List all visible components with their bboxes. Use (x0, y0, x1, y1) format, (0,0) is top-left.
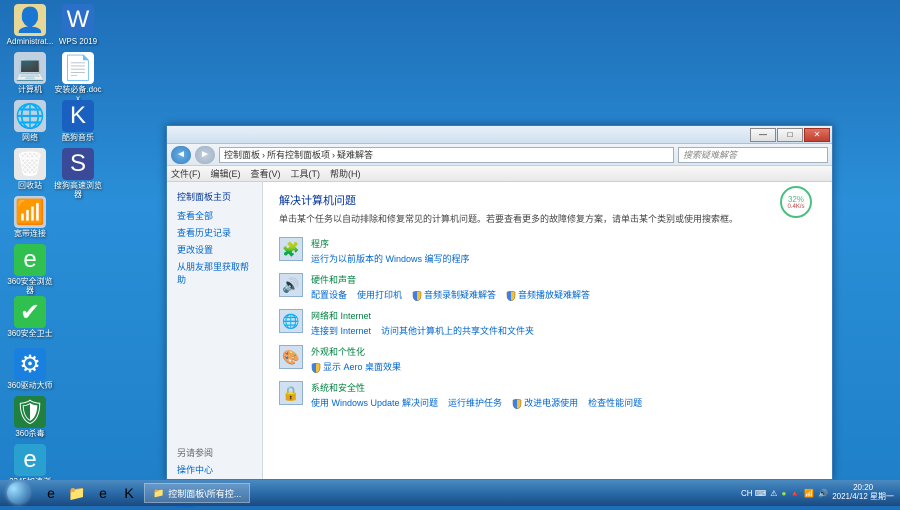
category-link[interactable]: 运行为以前版本的 Windows 编写的程序 (311, 254, 470, 264)
desktop-icon[interactable]: 📶宽带连接 (6, 196, 54, 244)
desktop-icon[interactable]: K酷狗音乐 (54, 100, 102, 148)
titlebar: — □ ✕ (167, 126, 832, 144)
sidebar-link[interactable]: 操作中心 (177, 463, 252, 476)
shield-icon (506, 291, 516, 301)
category-title[interactable]: 系统和安全性 (311, 381, 652, 394)
category-icon: 🔊 (279, 273, 303, 297)
pinned-app[interactable]: e (92, 483, 114, 503)
close-button[interactable]: ✕ (804, 128, 830, 142)
taskbar: e📁eK 📁控制面板\所有控... CH ⌨ ⚠ ● 🔺 📶 🔊 20:20 2… (0, 480, 900, 506)
breadcrumb-segment[interactable]: 控制面板 (224, 148, 260, 161)
category-link[interactable]: 使用打印机 (357, 290, 402, 300)
pinned-app[interactable]: K (118, 483, 140, 503)
maximize-button[interactable]: □ (777, 128, 803, 142)
category-link[interactable]: 运行维护任务 (448, 398, 502, 408)
category-link[interactable]: 配置设备 (311, 290, 347, 300)
network-icon[interactable]: 📶 (804, 489, 814, 498)
badge-speed: 0.4K/s (787, 204, 804, 210)
category-link[interactable]: 使用 Windows Update 解决问题 (311, 398, 438, 408)
pinned-app[interactable]: 📁 (66, 483, 88, 503)
desktop-icon[interactable]: S搜狗高速浏览器 (54, 148, 102, 196)
back-button[interactable]: ◄ (171, 146, 191, 164)
category-row: 🎨 外观和个性化显示 Aero 桌面效果 (279, 345, 816, 373)
sidebar-heading: 控制面板主页 (177, 190, 252, 203)
pinned-apps: e📁eK (36, 483, 144, 503)
breadcrumb-segment[interactable]: 所有控制面板项 (267, 148, 330, 161)
breadcrumb-segment[interactable]: 疑难解答 (337, 148, 373, 161)
category-title[interactable]: 硬件和声音 (311, 273, 600, 286)
category-title[interactable]: 网络和 Internet (311, 309, 544, 322)
category-row: 🌐 网络和 Internet 连接到 Internet 访问其他计算机上的共享文件和文… (279, 309, 816, 337)
status-badge: 32% 0.4K/s (780, 186, 812, 218)
desktop-icon[interactable]: 🌐网络 (6, 100, 54, 148)
sidebar-link[interactable]: 查看历史记录 (177, 226, 252, 239)
tray-icon[interactable]: ⚠ (770, 489, 777, 498)
volume-icon[interactable]: 🔊 (818, 489, 828, 498)
taskbar-task[interactable]: 📁控制面板\所有控... (144, 483, 250, 503)
menu-item[interactable]: 编辑(E) (211, 167, 241, 180)
see-also-heading: 另请参阅 (177, 446, 252, 459)
category-link[interactable]: 访问其他计算机上的共享文件和文件夹 (381, 326, 534, 336)
minimize-button[interactable]: — (750, 128, 776, 142)
category-row: 🔊 硬件和声音配置设备使用打印机音频录制疑难解答音频播放疑难解答 (279, 273, 816, 301)
desktop-icon[interactable]: WWPS 2019 (54, 4, 102, 52)
desktop-icon[interactable]: 👤Administrat... (6, 4, 54, 52)
menubar: 文件(F) 编辑(E) 查看(V) 工具(T) 帮助(H) (167, 166, 832, 182)
ime-indicator[interactable]: CH ⌨ (741, 489, 766, 498)
category-row: 🧩 程序运行为以前版本的 Windows 编写的程序 (279, 237, 816, 265)
category-icon: 🔒 (279, 381, 303, 405)
page-title: 解决计算机问题 (279, 192, 816, 208)
desktop-icon[interactable]: ✔360安全卫士 (6, 296, 54, 344)
category-link[interactable]: 连接到 Internet (311, 326, 371, 336)
desktop-icon[interactable]: 🛡360杀毒 (6, 396, 54, 444)
tray-icon[interactable]: ● (781, 489, 786, 498)
desktop-icon[interactable]: 📄安装必备.docx (54, 52, 102, 100)
forward-button[interactable]: ► (195, 146, 215, 164)
content-area: 控制面板主页 查看全部查看历史记录更改设置从朋友那里获取帮助 另请参阅 操作中心… (167, 182, 832, 479)
category-title[interactable]: 外观和个性化 (311, 345, 411, 358)
desktop-icon[interactable]: 💻计算机 (6, 52, 54, 100)
search-input[interactable]: 搜索疑难解答 (678, 147, 828, 163)
badge-percent: 32% (788, 195, 804, 204)
sidebar: 控制面板主页 查看全部查看历史记录更改设置从朋友那里获取帮助 另请参阅 操作中心… (167, 182, 263, 479)
category-link[interactable]: 检查性能问题 (588, 398, 642, 408)
sidebar-link[interactable]: 更改设置 (177, 243, 252, 256)
page-description: 单击某个任务以自动排除和修复常见的计算机问题。若要查看更多的故障修复方案，请单击… (279, 212, 816, 225)
control-panel-window: — □ ✕ ◄ ► 控制面板›所有控制面板项›疑难解答 搜索疑难解答 文件(F)… (166, 125, 833, 480)
category-icon: 🎨 (279, 345, 303, 369)
menu-item[interactable]: 帮助(H) (330, 167, 361, 180)
desktop-icon[interactable]: e360安全浏览器 (6, 244, 54, 292)
menu-item[interactable]: 工具(T) (291, 167, 321, 180)
shield-icon (412, 291, 422, 301)
menu-item[interactable]: 文件(F) (171, 167, 201, 180)
start-button[interactable] (0, 480, 36, 506)
shield-icon (311, 363, 321, 373)
category-link[interactable]: 显示 Aero 桌面效果 (311, 362, 401, 372)
main-panel: 32% 0.4K/s 解决计算机问题 单击某个任务以自动排除和修复常见的计算机问… (263, 182, 832, 479)
shield-icon (512, 399, 522, 409)
clock[interactable]: 20:20 2021/4/12 星期一 (832, 484, 894, 502)
category-icon: 🌐 (279, 309, 303, 333)
desktop-icon[interactable]: ⚙360驱动大师 (6, 348, 54, 396)
navbar: ◄ ► 控制面板›所有控制面板项›疑难解答 搜索疑难解答 (167, 144, 832, 166)
pinned-app[interactable]: e (40, 483, 62, 503)
category-icon: 🧩 (279, 237, 303, 261)
category-link[interactable]: 音频录制疑难解答 (412, 290, 496, 300)
sidebar-link[interactable]: 从朋友那里获取帮助 (177, 260, 252, 286)
desktop-icon[interactable]: 🗑回收站 (6, 148, 54, 196)
category-link[interactable]: 改进电源使用 (512, 398, 578, 408)
system-tray: CH ⌨ ⚠ ● 🔺 📶 🔊 20:20 2021/4/12 星期一 (735, 484, 900, 502)
category-row: 🔒 系统和安全性使用 Windows Update 解决问题运行维护任务改进电源使… (279, 381, 816, 409)
menu-item[interactable]: 查看(V) (251, 167, 281, 180)
sidebar-link[interactable]: 查看全部 (177, 209, 252, 222)
breadcrumb[interactable]: 控制面板›所有控制面板项›疑难解答 (219, 147, 674, 163)
tray-icon[interactable]: 🔺 (790, 489, 800, 498)
category-title[interactable]: 程序 (311, 237, 480, 250)
category-link[interactable]: 音频播放疑难解答 (506, 290, 590, 300)
